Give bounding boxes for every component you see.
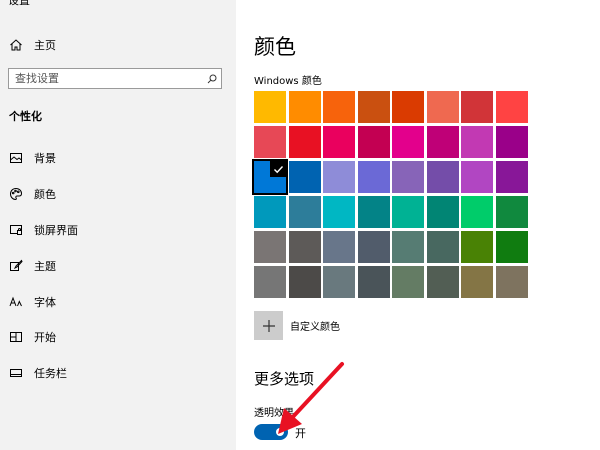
color-swatch[interactable] bbox=[392, 196, 424, 228]
color-swatch[interactable] bbox=[358, 231, 390, 263]
taskbar-icon bbox=[9, 366, 23, 380]
toggle-state-label: 开 bbox=[295, 427, 306, 440]
color-swatch[interactable] bbox=[461, 196, 493, 228]
color-swatch[interactable] bbox=[461, 126, 493, 158]
sidebar-item-label: 字体 bbox=[34, 296, 56, 309]
sidebar-item-label: 主页 bbox=[34, 39, 56, 52]
color-swatch[interactable] bbox=[323, 126, 355, 158]
sidebar-item-lock-screen[interactable]: 锁屏界面 bbox=[0, 216, 236, 244]
color-swatch[interactable] bbox=[496, 161, 528, 193]
color-swatch[interactable] bbox=[392, 266, 424, 298]
app-title: 设置 bbox=[8, 0, 30, 7]
sidebar-item-themes[interactable]: 主题 bbox=[0, 252, 236, 280]
color-swatch[interactable] bbox=[427, 231, 459, 263]
sidebar-item-label: 主题 bbox=[34, 260, 56, 273]
color-swatch[interactable] bbox=[461, 91, 493, 123]
color-swatch[interactable] bbox=[496, 126, 528, 158]
color-swatch[interactable] bbox=[496, 266, 528, 298]
color-swatch[interactable] bbox=[254, 91, 286, 123]
color-swatch[interactable] bbox=[427, 161, 459, 193]
color-swatch[interactable] bbox=[496, 196, 528, 228]
sidebar-item-taskbar[interactable]: 任务栏 bbox=[0, 359, 236, 387]
color-swatch[interactable] bbox=[323, 161, 355, 193]
main-content: 颜色 Windows 颜色 自定义颜色 更多选项 透明效果 开 bbox=[236, 0, 600, 450]
windows-colors-label: Windows 颜色 bbox=[254, 76, 322, 87]
color-swatch[interactable] bbox=[358, 196, 390, 228]
color-swatch[interactable] bbox=[427, 196, 459, 228]
color-swatch[interactable] bbox=[427, 126, 459, 158]
transparency-toggle[interactable] bbox=[254, 424, 288, 440]
lock-screen-icon bbox=[9, 223, 23, 237]
sidebar: 设置 主页 个性化 背景 颜 bbox=[0, 0, 236, 450]
theme-brush-icon bbox=[9, 259, 23, 273]
sidebar-item-label: 任务栏 bbox=[34, 367, 67, 380]
sidebar-item-background[interactable]: 背景 bbox=[0, 144, 236, 172]
search-box[interactable] bbox=[8, 68, 222, 89]
color-swatch[interactable] bbox=[461, 161, 493, 193]
sidebar-item-label: 背景 bbox=[34, 152, 56, 165]
color-swatch[interactable] bbox=[323, 231, 355, 263]
color-swatch[interactable] bbox=[289, 196, 321, 228]
sidebar-item-colors[interactable]: 颜色 bbox=[0, 180, 236, 208]
sidebar-item-start[interactable]: 开始 bbox=[0, 323, 236, 351]
color-swatch[interactable] bbox=[358, 91, 390, 123]
sidebar-item-label: 锁屏界面 bbox=[34, 224, 78, 237]
color-swatch[interactable] bbox=[427, 91, 459, 123]
color-swatch[interactable] bbox=[358, 126, 390, 158]
page-title: 颜色 bbox=[254, 35, 296, 59]
color-swatch[interactable] bbox=[461, 266, 493, 298]
sidebar-item-label: 颜色 bbox=[34, 188, 56, 201]
color-swatch[interactable] bbox=[358, 161, 390, 193]
color-swatch[interactable] bbox=[323, 196, 355, 228]
more-options-title: 更多选项 bbox=[254, 370, 315, 388]
home-icon bbox=[9, 38, 23, 52]
color-swatch[interactable] bbox=[289, 266, 321, 298]
sidebar-item-label: 开始 bbox=[34, 331, 56, 344]
palette-icon bbox=[9, 187, 23, 201]
color-swatch[interactable] bbox=[496, 231, 528, 263]
color-swatch[interactable] bbox=[323, 91, 355, 123]
color-swatch[interactable] bbox=[289, 161, 321, 193]
color-swatch[interactable] bbox=[358, 266, 390, 298]
color-swatch[interactable] bbox=[323, 266, 355, 298]
color-swatch[interactable] bbox=[427, 266, 459, 298]
font-icon bbox=[9, 295, 23, 309]
sidebar-item-fonts[interactable]: 字体 bbox=[0, 288, 236, 316]
search-icon[interactable] bbox=[203, 69, 221, 88]
transparency-label: 透明效果 bbox=[254, 408, 294, 419]
color-swatch[interactable] bbox=[496, 91, 528, 123]
color-swatch[interactable] bbox=[254, 231, 286, 263]
color-swatch[interactable] bbox=[289, 91, 321, 123]
custom-color-button[interactable] bbox=[254, 311, 283, 340]
color-swatch[interactable] bbox=[254, 266, 286, 298]
sidebar-item-home[interactable]: 主页 bbox=[0, 31, 236, 59]
color-swatch[interactable] bbox=[392, 231, 424, 263]
color-swatch[interactable] bbox=[461, 231, 493, 263]
plus-icon bbox=[262, 319, 275, 332]
color-swatch[interactable] bbox=[392, 126, 424, 158]
checkmark-icon bbox=[270, 161, 286, 177]
color-swatch[interactable] bbox=[289, 231, 321, 263]
color-swatch[interactable] bbox=[254, 196, 286, 228]
toggle-knob bbox=[276, 428, 284, 436]
color-swatch[interactable] bbox=[289, 126, 321, 158]
color-swatch[interactable] bbox=[392, 161, 424, 193]
search-input[interactable] bbox=[9, 69, 203, 88]
picture-icon bbox=[9, 151, 23, 165]
color-swatch[interactable] bbox=[252, 159, 288, 195]
color-swatch[interactable] bbox=[254, 126, 286, 158]
color-swatch[interactable] bbox=[392, 91, 424, 123]
color-swatch-grid bbox=[252, 91, 528, 301]
start-icon bbox=[9, 330, 23, 344]
section-title: 个性化 bbox=[9, 110, 42, 123]
custom-color-label: 自定义颜色 bbox=[290, 322, 340, 333]
